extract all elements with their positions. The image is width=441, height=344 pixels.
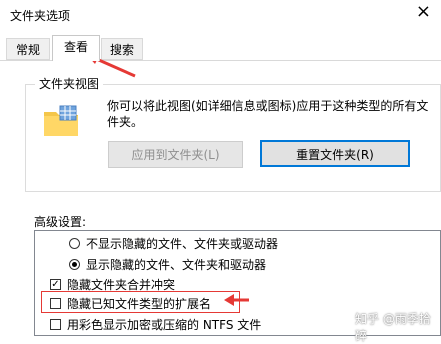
watermark: 知乎 @雨季拾碎 <box>355 312 431 343</box>
apply-to-folders-button[interactable]: 应用到文件夹(L) <box>108 141 243 168</box>
close-icon[interactable]: × <box>416 1 431 22</box>
folder-icon <box>44 105 78 136</box>
option-label: 显示隐藏的文件、文件夹和驱动器 <box>86 258 267 272</box>
tab-view[interactable]: 查看 <box>52 35 100 61</box>
radio-button[interactable] <box>69 259 80 270</box>
tab-label: 常规 <box>15 43 40 57</box>
annotation-arrow-option <box>224 294 249 306</box>
checkbox[interactable] <box>50 319 61 330</box>
annotation-highlight-box <box>41 291 240 313</box>
folder-views-description: 你可以将此视图(如详细信息或图标)应用于这种类型的所有文件夹。 <box>107 99 429 129</box>
option-label: 用彩色显示加密或压缩的 NTFS 文件 <box>67 318 262 332</box>
advanced-settings-label: 高级设置: <box>34 215 87 229</box>
option-label: 不显示隐藏的文件、文件夹或驱动器 <box>86 237 279 251</box>
checkbox[interactable]: ✓ <box>50 279 61 290</box>
reset-folders-button[interactable]: 重置文件夹(R) <box>260 140 410 167</box>
tab-general[interactable]: 常规 <box>6 38 50 60</box>
window-title: 文件夹选项 <box>10 9 71 23</box>
tab-label: 查看 <box>63 40 88 54</box>
radio-button[interactable] <box>69 238 80 249</box>
folder-views-legend: 文件夹视图 <box>35 75 104 92</box>
title-bar: 文件夹选项 × <box>0 0 441 32</box>
